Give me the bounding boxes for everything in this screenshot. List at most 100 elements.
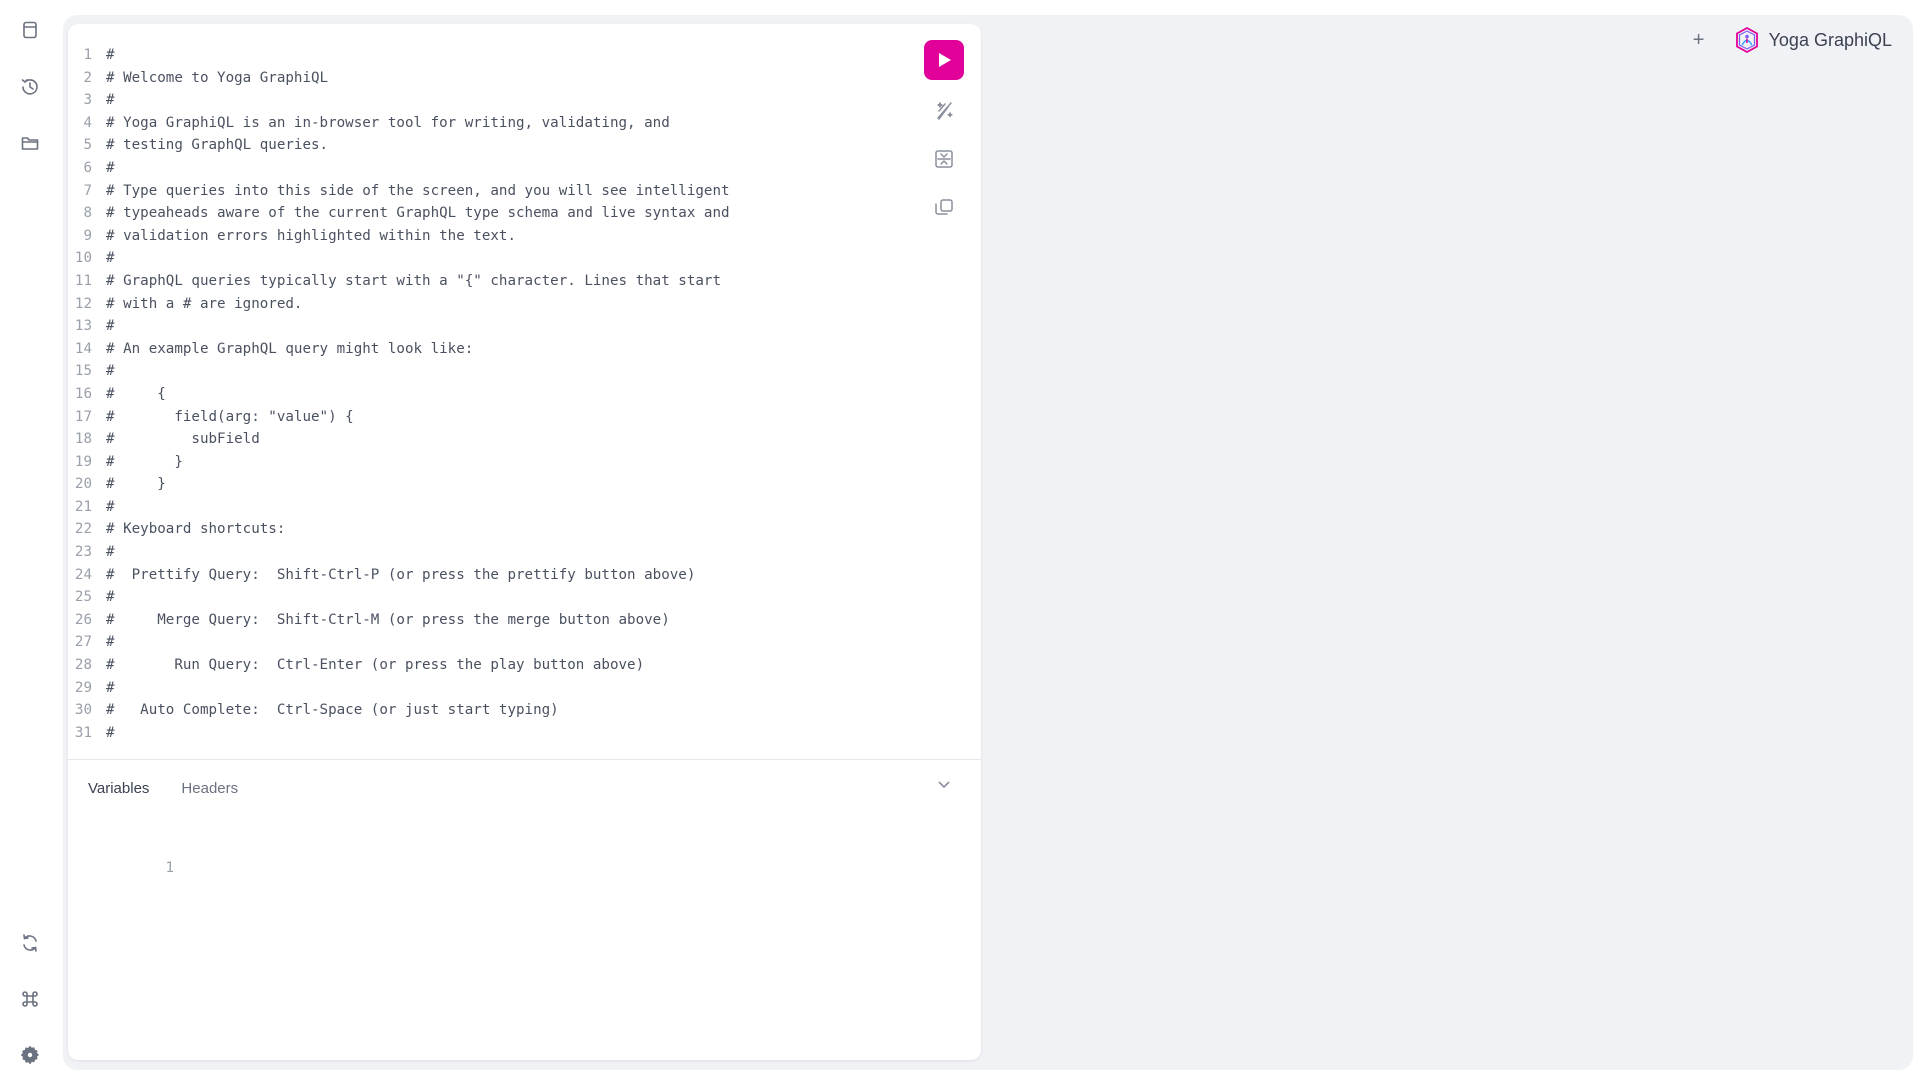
code-text: # Type queries into this side of the scr… xyxy=(106,182,730,199)
code-line: 11 # GraphQL queries typically start with… xyxy=(68,270,888,293)
yoga-logo-icon xyxy=(1735,26,1758,54)
code-line: 2 # Welcome to Yoga GraphiQL xyxy=(68,67,888,90)
line-number: 11 xyxy=(74,272,92,289)
copy-icon xyxy=(935,199,953,215)
query-editor[interactable]: 1 #2 # Welcome to Yoga GraphiQL 3 #4 # Yoga G… xyxy=(68,44,888,744)
collapse-editor-tools-button[interactable] xyxy=(936,776,954,794)
play-icon xyxy=(939,53,951,67)
line-number: 26 xyxy=(74,611,92,628)
code-text: # testing GraphQL queries. xyxy=(106,137,329,154)
code-line: 14 # An example GraphQL query might look … xyxy=(68,338,888,361)
code-text: # } xyxy=(106,453,183,470)
add-tab-button[interactable]: + xyxy=(1689,29,1709,52)
settings-button[interactable] xyxy=(15,1040,45,1070)
code-text: # typeaheads aware of the current GraphQ… xyxy=(106,205,730,222)
code-text: # An example GraphQL query might look li… xyxy=(106,340,474,357)
prettify-button[interactable] xyxy=(928,95,960,127)
line-number: 27 xyxy=(74,634,92,651)
line-number: 14 xyxy=(74,340,92,357)
code-text: # Run Query: Ctrl-Enter (or press the pl… xyxy=(106,657,645,674)
code-line: 16 # { xyxy=(68,383,888,406)
refetch-schema-button[interactable] xyxy=(15,928,45,958)
query-editor-panel: 1 #2 # Welcome to Yoga GraphiQL 3 #4 # Yoga G… xyxy=(68,24,981,1060)
explorer-button[interactable] xyxy=(15,128,45,158)
code-line: 18 # subField xyxy=(68,428,888,451)
line-number: 24 xyxy=(74,566,92,583)
code-line: 28 # Run Query: Ctrl-Enter (or press the … xyxy=(68,654,888,677)
line-number: 28 xyxy=(74,657,92,674)
docs-button[interactable] xyxy=(15,15,45,45)
code-text: # xyxy=(106,250,115,267)
panel-divider[interactable] xyxy=(68,759,981,760)
code-text: # xyxy=(106,92,115,109)
code-text: # GraphQL queries typically start with a… xyxy=(106,272,721,289)
line-number: 31 xyxy=(74,724,92,741)
explorer-icon xyxy=(21,137,39,150)
code-line: 23 # xyxy=(68,541,888,564)
code-line: 20 # } xyxy=(68,473,888,496)
code-line: 29 # xyxy=(68,677,888,700)
code-text: # xyxy=(106,589,115,606)
code-line: 8 # typeaheads aware of the current Graph… xyxy=(68,202,888,225)
line-number: 5 xyxy=(83,137,92,154)
code-line: 24 # Prettify Query: Shift-Ctrl-P (or pre… xyxy=(68,564,888,587)
run-query-button[interactable] xyxy=(924,40,964,80)
line-number: 13 xyxy=(74,318,92,335)
line-number: 19 xyxy=(74,453,92,470)
line-number: 20 xyxy=(74,476,92,493)
code-line: 19 # } xyxy=(68,451,888,474)
code-text: # with a # are ignored. xyxy=(106,295,303,312)
code-line: 30 # Auto Complete: Ctrl-Space (or just s… xyxy=(68,699,888,722)
code-text: # xyxy=(106,498,115,515)
brand-name: Yoga GraphiQL xyxy=(1768,29,1892,50)
tab-bar: + Yoga GraphiQL xyxy=(1689,26,1892,54)
code-line: 9 # validation errors highlighted within … xyxy=(68,225,888,248)
line-number: 21 xyxy=(74,498,92,515)
code-line: 26 # Merge Query: Shift-Ctrl-M (or press … xyxy=(68,609,888,632)
code-text: # Yoga GraphiQL is an in-browser tool fo… xyxy=(106,114,670,131)
code-text: # xyxy=(106,159,115,176)
copy-query-button[interactable] xyxy=(928,191,960,223)
shortcuts-button[interactable] xyxy=(15,984,45,1014)
code-line: 7 # Type queries into this side of the sc… xyxy=(68,180,888,203)
prettify-icon xyxy=(937,102,953,120)
code-line: 25 # xyxy=(68,586,888,609)
code-line: 6 # xyxy=(68,157,888,180)
refetch-schema-icon xyxy=(23,934,37,952)
code-line: 5 # testing GraphQL queries. xyxy=(68,134,888,157)
tab-variables[interactable]: Variables xyxy=(88,780,149,797)
line-number: 7 xyxy=(83,182,92,199)
code-text: # validation errors highlighted within t… xyxy=(106,227,516,244)
code-text: # field(arg: "value") { xyxy=(106,408,354,425)
merge-fragments-button[interactable] xyxy=(928,143,960,175)
code-line: 31 # xyxy=(68,722,888,745)
line-number: 29 xyxy=(74,679,92,696)
code-line: 15 # xyxy=(68,360,888,383)
tab-headers[interactable]: Headers xyxy=(181,780,238,797)
editor-tools-tabs: Variables Headers xyxy=(88,780,238,797)
code-line: 12 # with a # are ignored. xyxy=(68,293,888,316)
code-text: # xyxy=(106,363,115,380)
line-number: 6 xyxy=(83,159,92,176)
brand: Yoga GraphiQL xyxy=(1733,26,1892,54)
code-line: 21 # xyxy=(68,496,888,519)
code-text: # Welcome to Yoga GraphiQL xyxy=(106,69,329,86)
history-button[interactable] xyxy=(15,72,45,102)
code-text: # Merge Query: Shift-Ctrl-M (or press th… xyxy=(106,611,670,628)
line-number: 23 xyxy=(74,544,92,561)
line-number: 15 xyxy=(74,363,92,380)
code-text: # xyxy=(106,679,115,696)
code-line: 4 # Yoga GraphiQL is an in-browser tool f… xyxy=(68,112,888,135)
line-number: 3 xyxy=(83,92,92,109)
code-text: # xyxy=(106,724,115,741)
line-number: 30 xyxy=(74,702,92,719)
line-number: 1 xyxy=(165,860,174,876)
line-number: 12 xyxy=(74,295,92,312)
merge-icon xyxy=(935,150,953,168)
line-number: 4 xyxy=(83,114,92,131)
line-number: 9 xyxy=(83,227,92,244)
variables-editor[interactable]: 1 xyxy=(68,860,174,876)
code-line: 17 # field(arg: "value") { xyxy=(68,406,888,429)
docs-icon xyxy=(23,21,37,39)
chevron-down-icon xyxy=(938,781,950,789)
